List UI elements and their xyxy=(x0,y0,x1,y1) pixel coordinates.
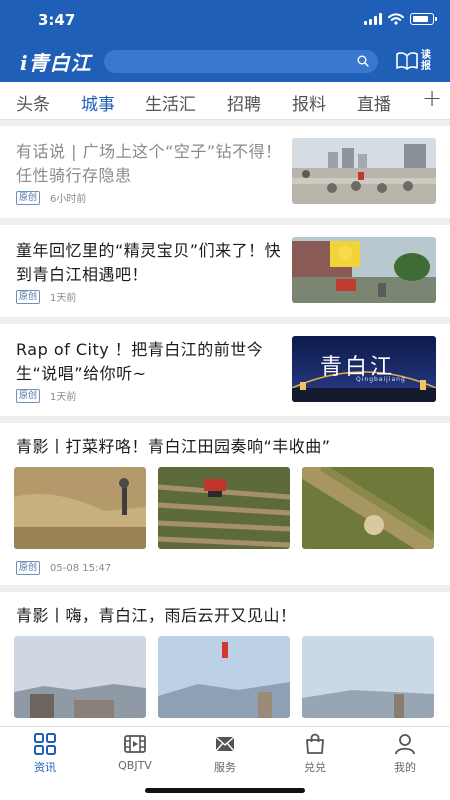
add-tab-button[interactable]: + xyxy=(422,84,442,112)
gallery-image xyxy=(14,636,146,718)
status-icons xyxy=(364,13,437,25)
article-meta: 原创 1天前 xyxy=(16,388,76,403)
article-meta: 原创 05-08 15:47 xyxy=(16,561,111,575)
nav-label: 兑兑 xyxy=(304,761,326,774)
nav-qbjtv[interactable]: QBJTV xyxy=(90,727,180,775)
reader-label: 读报 xyxy=(421,50,431,72)
tab-jobs[interactable]: 招聘 xyxy=(227,90,261,115)
gallery-image xyxy=(158,467,290,549)
article-title: 童年回忆里的“精灵宝贝”们来了！快到青白江相遇吧！ xyxy=(16,241,282,284)
article-card[interactable]: 有话说 | 广场上这个“空子”钻不得！任性骑行存隐患 原创 6小时前 xyxy=(0,126,450,218)
battery-icon xyxy=(410,13,437,25)
article-thumbnail xyxy=(292,237,436,303)
original-badge: 原创 xyxy=(16,388,41,403)
tab-life[interactable]: 生活汇 xyxy=(145,90,196,115)
article-time: 6小时前 xyxy=(50,194,87,205)
nav-profile[interactable]: 我的 xyxy=(360,727,450,775)
wifi-icon xyxy=(388,13,404,25)
nav-service[interactable]: 服务 xyxy=(180,727,270,775)
nav-news[interactable]: 资讯 xyxy=(0,727,90,775)
tab-live[interactable]: 直播 xyxy=(357,90,391,115)
article-meta: 原创 6小时前 xyxy=(16,190,86,205)
book-icon xyxy=(396,52,418,70)
gallery-card[interactable]: 青影丨嗨，青白江，雨后云开又见山！ xyxy=(0,592,450,726)
gallery-image xyxy=(14,467,146,549)
original-badge: 原创 xyxy=(16,561,41,575)
nav-label: 服务 xyxy=(214,761,236,774)
envelope-icon xyxy=(215,736,235,752)
nav-label: 我的 xyxy=(394,761,416,774)
status-bar: 3:47 xyxy=(0,0,450,42)
shopping-bag-icon xyxy=(306,733,324,754)
tab-report[interactable]: 报料 xyxy=(292,90,326,115)
app-header: 3:47 i青白江 读报 xyxy=(0,0,450,82)
article-title: 有话说 | 广场上这个“空子”钻不得！任性骑行存隐患 xyxy=(16,142,282,185)
tab-headlines[interactable]: 头条 xyxy=(16,90,50,115)
tab-city[interactable]: 城事 xyxy=(81,90,115,115)
nav-redeem[interactable]: 兑兑 xyxy=(270,727,360,775)
thumbnail-brand-subtext: Qingbaijiang xyxy=(356,376,406,383)
gallery-card[interactable]: 青影丨打菜籽咯！青白江田园奏响“丰收曲” 原创 05-08 15:47 xyxy=(0,423,450,585)
article-time: 1天前 xyxy=(50,392,77,403)
person-icon xyxy=(395,734,415,755)
article-title: 青影丨嗨，青白江，雨后云开又见山！ xyxy=(16,606,297,625)
grid-icon xyxy=(34,733,56,755)
article-time: 1天前 xyxy=(50,293,77,304)
status-time: 3:47 xyxy=(38,11,76,29)
film-icon xyxy=(124,735,146,753)
article-card[interactable]: Rap of City ！把青白江的前世今生“说唱”给你听~ 原创 1天前 青白… xyxy=(0,324,450,416)
original-badge: 原创 xyxy=(16,190,41,205)
article-meta: 原创 1天前 xyxy=(16,289,76,304)
original-badge: 原创 xyxy=(16,289,41,304)
article-card[interactable]: 童年回忆里的“精灵宝贝”们来了！快到青白江相遇吧！ 原创 1天前 xyxy=(0,225,450,317)
search-input[interactable] xyxy=(104,50,378,73)
home-indicator xyxy=(145,788,305,793)
gallery-image xyxy=(302,467,434,549)
gallery-image xyxy=(302,636,434,718)
nav-label: QBJTV xyxy=(118,759,152,772)
article-title: Rap of City ！把青白江的前世今生“说唱”给你听~ xyxy=(16,340,264,383)
cellular-signal-icon xyxy=(364,13,382,25)
search-icon[interactable] xyxy=(357,55,369,67)
article-time: 05-08 15:47 xyxy=(50,562,112,574)
read-newspaper-button[interactable]: 读报 xyxy=(395,48,437,74)
article-title: 青影丨打菜籽咯！青白江田园奏响“丰收曲” xyxy=(16,437,331,456)
article-thumbnail xyxy=(292,138,436,204)
app-logo: i青白江 xyxy=(20,51,92,75)
nav-label: 资讯 xyxy=(34,761,56,774)
gallery-image xyxy=(158,636,290,718)
category-tabs: 头条 城事 生活汇 招聘 报料 直播 + xyxy=(0,82,450,120)
article-thumbnail: 青白江 Qingbaijiang xyxy=(292,336,436,402)
